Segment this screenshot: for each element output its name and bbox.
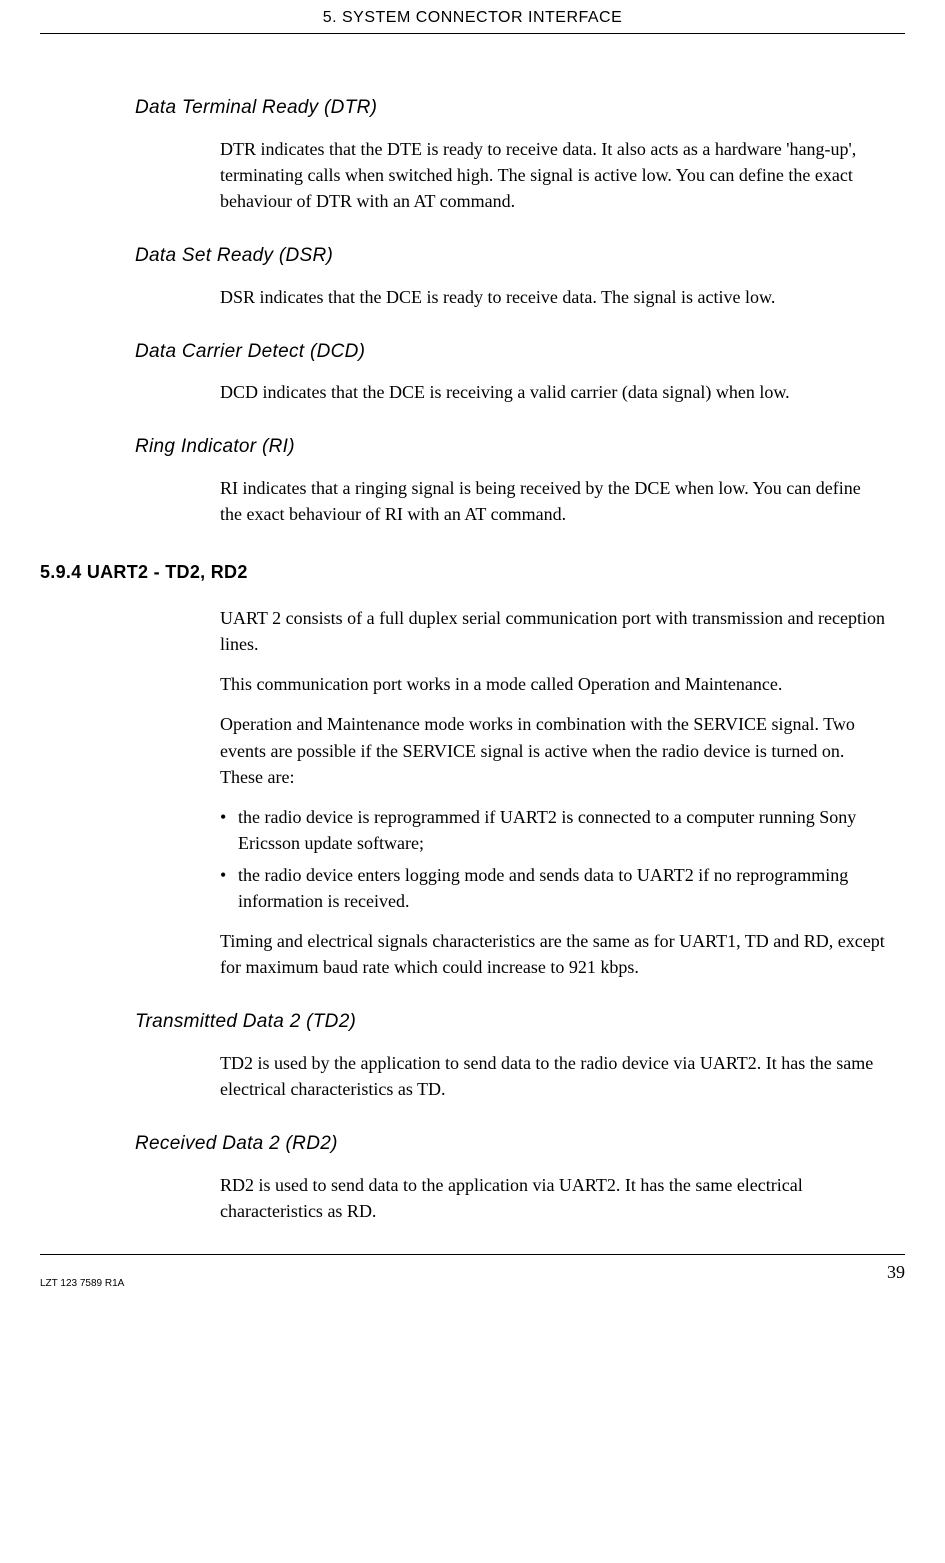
chapter-header: 5. SYSTEM CONNECTOR INTERFACE xyxy=(40,0,905,34)
heading-dcd: Data Carrier Detect (DCD) xyxy=(135,338,905,366)
paragraph-td2: TD2 is used by the application to send d… xyxy=(220,1050,885,1102)
paragraph-ri: RI indicates that a ringing signal is be… xyxy=(220,475,885,527)
heading-dsr: Data Set Ready (DSR) xyxy=(135,242,905,270)
page: 5. SYSTEM CONNECTOR INTERFACE Data Termi… xyxy=(0,0,945,1311)
bullet-list: • the radio device is reprogrammed if UA… xyxy=(220,804,885,914)
paragraph-uart2-4: Timing and electrical signals characteri… xyxy=(220,928,885,980)
bullet-icon: • xyxy=(220,804,238,856)
list-item-text: the radio device enters logging mode and… xyxy=(238,862,885,914)
paragraph-dcd: DCD indicates that the DCE is receiving … xyxy=(220,379,885,405)
page-number: 39 xyxy=(887,1259,905,1285)
paragraph-uart2-1: UART 2 consists of a full duplex serial … xyxy=(220,605,885,657)
paragraph-dtr: DTR indicates that the DTE is ready to r… xyxy=(220,136,885,214)
list-item: • the radio device enters logging mode a… xyxy=(220,862,885,914)
paragraph-uart2-3: Operation and Maintenance mode works in … xyxy=(220,711,885,789)
paragraph-uart2-2: This communication port works in a mode … xyxy=(220,671,885,697)
heading-dtr: Data Terminal Ready (DTR) xyxy=(135,94,905,122)
doc-id: LZT 123 7589 R1A xyxy=(40,1259,124,1292)
paragraph-rd2: RD2 is used to send data to the applicat… xyxy=(220,1172,885,1224)
bullet-icon: • xyxy=(220,862,238,914)
page-footer: LZT 123 7589 R1A 39 xyxy=(40,1254,905,1292)
heading-td2: Transmitted Data 2 (TD2) xyxy=(135,1008,905,1036)
paragraph-dsr: DSR indicates that the DCE is ready to r… xyxy=(220,284,885,310)
heading-uart2: 5.9.4 UART2 - TD2, RD2 xyxy=(40,559,905,585)
list-item-text: the radio device is reprogrammed if UART… xyxy=(238,804,885,856)
heading-rd2: Received Data 2 (RD2) xyxy=(135,1130,905,1158)
heading-ri: Ring Indicator (RI) xyxy=(135,433,905,461)
list-item: • the radio device is reprogrammed if UA… xyxy=(220,804,885,856)
